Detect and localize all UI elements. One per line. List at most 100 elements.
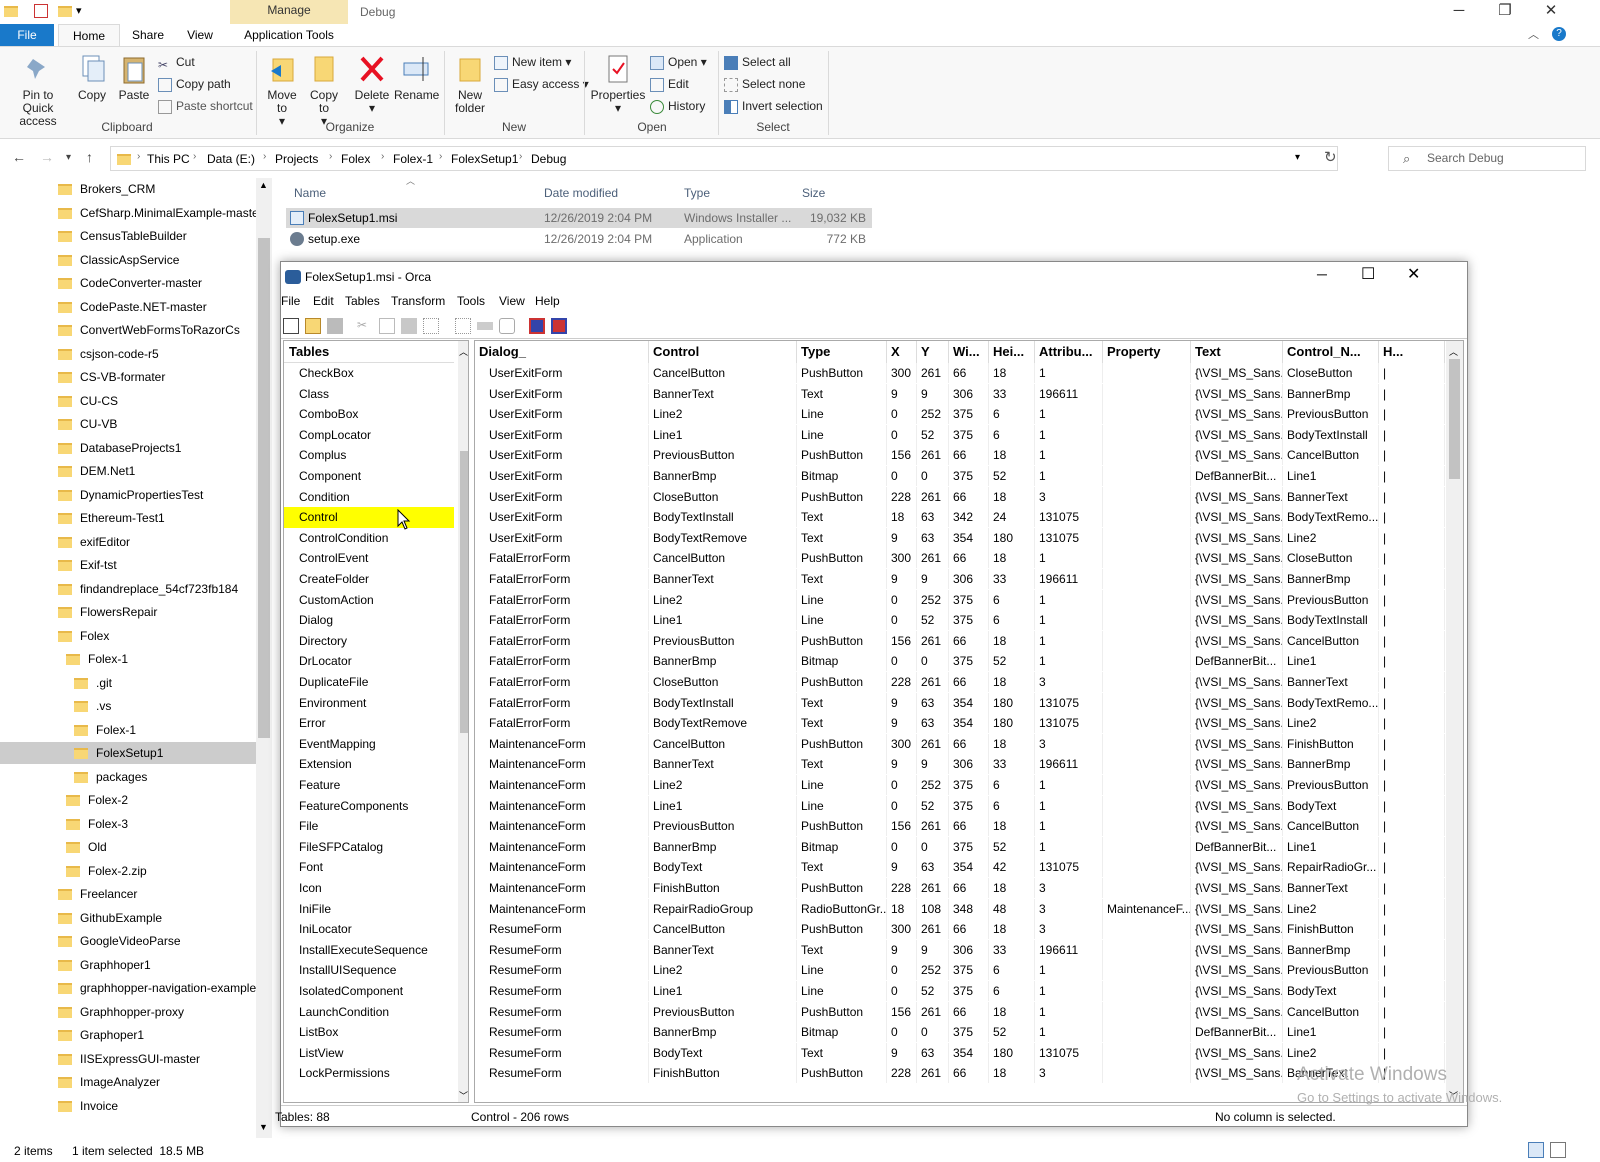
grid-cell[interactable]: 1 <box>1035 775 1103 795</box>
grid-cell[interactable]: CancelButton <box>649 548 797 569</box>
tab-file[interactable]: File <box>0 24 54 46</box>
grid-cell[interactable]: BannerBmp <box>1283 939 1379 960</box>
grid-cell[interactable]: Line1 <box>1283 836 1379 857</box>
grid-cell[interactable]: 375 <box>949 981 989 1001</box>
grid-cell[interactable]: UserExitForm <box>475 527 649 548</box>
grid-cell[interactable] <box>1103 754 1191 775</box>
grid-column-header[interactable]: Type <box>797 341 887 363</box>
grid-cell[interactable]: 1 <box>1035 795 1103 816</box>
nav-item[interactable]: Folex-2 <box>0 789 256 811</box>
grid-cell[interactable]: 18 <box>989 1001 1035 1022</box>
grid-cell[interactable]: 261 <box>917 733 949 754</box>
grid-cell[interactable]: 354 <box>949 527 989 548</box>
grid-row[interactable]: UserExitForm Line2 Line 0 252 375 6 1 {\VSI_MS_S… <box>475 404 1445 425</box>
edit-button[interactable]: Edit <box>650 75 689 93</box>
grid-cell[interactable]: | <box>1379 672 1445 692</box>
grid-cell[interactable]: 354 <box>949 1042 989 1063</box>
grid-cell[interactable]: 1 <box>1035 363 1103 383</box>
grid-row[interactable]: UserExitForm BodyTextRemove Text 9 63 354 180 1… <box>475 527 1445 549</box>
grid-cell[interactable]: 108 <box>917 898 949 919</box>
menu-edit[interactable]: Edit <box>313 294 334 308</box>
grid-cell[interactable]: {\VSI_MS_Sans... <box>1191 754 1283 775</box>
grid-cell[interactable]: CloseButton <box>649 672 797 692</box>
grid-cell[interactable]: {\VSI_MS_Sans... <box>1191 404 1283 425</box>
grid-cell[interactable]: 18 <box>989 363 1035 383</box>
grid-cell[interactable] <box>1103 589 1191 610</box>
grid-cell[interactable]: FatalErrorForm <box>475 692 649 713</box>
grid-cell[interactable]: 9 <box>887 383 917 404</box>
grid-cell[interactable] <box>1103 610 1191 631</box>
grid-cell[interactable]: BannerText <box>1283 672 1379 692</box>
grid-cell[interactable]: BodyTextInstall <box>649 507 797 528</box>
grid-cell[interactable]: 52 <box>917 610 949 631</box>
grid-cell[interactable]: 261 <box>917 445 949 466</box>
grid-cell[interactable]: CloseButton <box>1283 363 1379 383</box>
grid-cell[interactable]: | <box>1379 692 1445 713</box>
grid-cell[interactable]: | <box>1379 466 1445 486</box>
grid-cell[interactable]: 52 <box>917 795 949 816</box>
grid-row[interactable]: MaintenanceForm BannerBmp Bitmap 0 0 375 52 1 De… <box>475 836 1445 858</box>
grid-cell[interactable]: FatalErrorForm <box>475 569 649 589</box>
nav-item[interactable]: FlowersRepair <box>0 601 256 623</box>
table-list-item[interactable]: ControlCondition <box>284 528 454 549</box>
grid-cell[interactable]: 66 <box>949 486 989 507</box>
grid-cell[interactable]: 18 <box>989 630 1035 651</box>
nav-item[interactable]: findandreplace_54cf723fb184 <box>0 578 256 600</box>
grid-cell[interactable]: FinishButton <box>1283 919 1379 940</box>
table-list-item[interactable]: Component <box>284 466 454 487</box>
grid-row[interactable]: ResumeForm CancelButton PushButton 300 261 66… <box>475 919 1445 940</box>
grid-cell[interactable]: | <box>1379 383 1445 404</box>
grid-cell[interactable]: 131075 <box>1035 507 1103 528</box>
grid-cell[interactable]: 9 <box>887 754 917 775</box>
grid-cell[interactable]: 196611 <box>1035 383 1103 404</box>
grid-cell[interactable]: {\VSI_MS_Sans... <box>1191 898 1283 919</box>
grid-cell[interactable]: {\VSI_MS_Sans... <box>1191 548 1283 569</box>
table-list-item[interactable]: Condition <box>284 487 454 508</box>
grid-row[interactable]: UserExitForm BannerText Text 9 9 306 33 196611{… <box>475 383 1445 405</box>
grid-cell[interactable]: 9 <box>917 939 949 960</box>
nav-item[interactable]: Folex-3 <box>0 813 256 835</box>
grid-cell[interactable]: | <box>1379 919 1445 940</box>
grid-row[interactable]: UserExitForm BannerBmp Bitmap 0 0 375 52 1 DefBa… <box>475 466 1445 487</box>
grid-cell[interactable]: Line <box>797 960 887 981</box>
grid-cell[interactable]: PushButton <box>797 672 887 692</box>
column-header-type[interactable]: Type <box>684 186 710 200</box>
grid-column-header[interactable]: X <box>887 341 917 363</box>
grid-column-header[interactable]: Text <box>1191 341 1283 363</box>
grid-cell[interactable]: {\VSI_MS_Sans... <box>1191 445 1283 466</box>
grid-cell[interactable]: 300 <box>887 363 917 383</box>
address-dropdown-icon[interactable]: ▾ <box>1295 152 1300 163</box>
grid-cell[interactable]: 18 <box>989 733 1035 754</box>
grid-cell[interactable]: BodyText <box>649 857 797 878</box>
grid-cell[interactable]: {\VSI_MS_Sans... <box>1191 857 1283 878</box>
grid-cell[interactable] <box>1103 857 1191 878</box>
new-document-icon[interactable] <box>283 318 299 334</box>
nav-item[interactable]: Graphoper1 <box>0 1024 256 1046</box>
grid-cell[interactable]: 375 <box>949 651 989 672</box>
grid-cell[interactable]: 196611 <box>1035 569 1103 589</box>
grid-cell[interactable]: | <box>1379 548 1445 569</box>
grid-cell[interactable]: BannerText <box>649 383 797 404</box>
grid-cell[interactable]: PushButton <box>797 445 887 466</box>
grid-cell[interactable]: Bitmap <box>797 651 887 672</box>
table-list-item[interactable]: Extension <box>284 754 454 775</box>
grid-cell[interactable] <box>1103 466 1191 486</box>
help-icon[interactable]: ? <box>1552 27 1566 41</box>
grid-cell[interactable]: {\VSI_MS_Sans... <box>1191 960 1283 981</box>
collapse-ribbon-icon[interactable]: ︿ <box>1528 26 1539 42</box>
grid-cell[interactable]: 306 <box>949 939 989 960</box>
grid-cell[interactable]: {\VSI_MS_Sans... <box>1191 713 1283 734</box>
grid-cell[interactable]: CancelButton <box>1283 630 1379 651</box>
grid-cell[interactable]: 66 <box>949 630 989 651</box>
grid-cell[interactable]: 0 <box>887 1022 917 1043</box>
grid-cell[interactable]: 252 <box>917 960 949 981</box>
grid-row[interactable]: ResumeForm PreviousButton PushButton 156 261… <box>475 1001 1445 1023</box>
grid-cell[interactable]: 18 <box>887 507 917 528</box>
grid-cell[interactable]: 180 <box>989 713 1035 734</box>
grid-cell[interactable] <box>1103 383 1191 404</box>
pin-to-quick-access-button[interactable]: Pin to Quick access <box>6 53 70 128</box>
grid-cell[interactable]: 156 <box>887 816 917 837</box>
grid-row[interactable]: FatalErrorForm Line1 Line 0 52 375 6 1 {\VSI_MS_… <box>475 610 1445 631</box>
grid-cell[interactable]: 1 <box>1035 960 1103 981</box>
grid-cell[interactable]: PushButton <box>797 486 887 507</box>
